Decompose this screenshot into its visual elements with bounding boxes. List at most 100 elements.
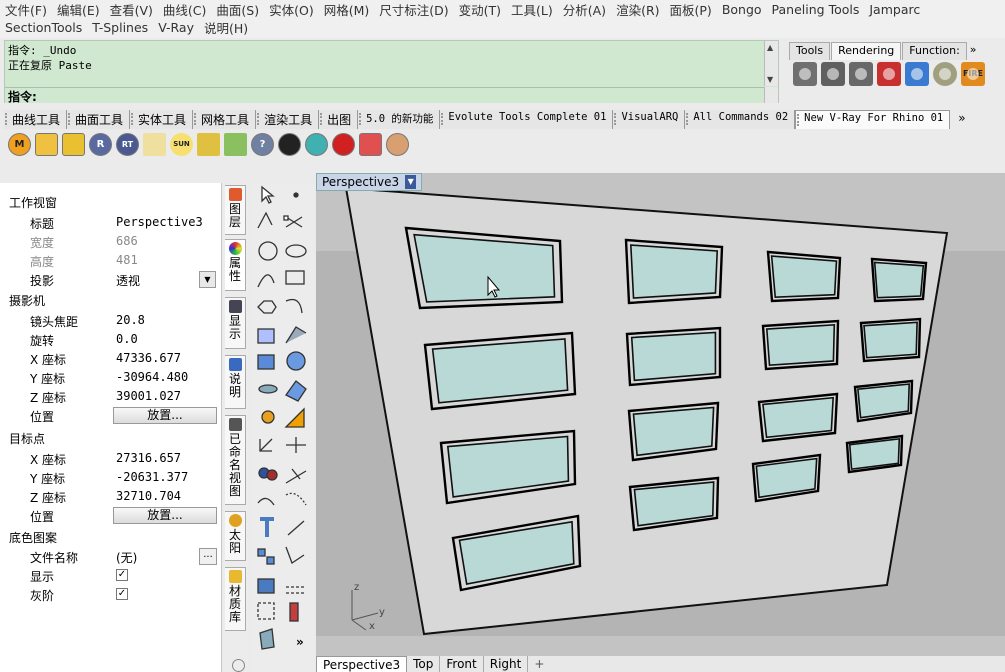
scroll-down-icon[interactable]: ▼: [767, 75, 773, 84]
menu-item-0[interactable]: 文件(F): [0, 0, 52, 19]
menu-item-1[interactable]: T-Splines: [87, 20, 153, 35]
vray-grid-icon[interactable]: [143, 132, 166, 156]
target-x-value[interactable]: 27316.657: [116, 451, 181, 465]
control-point-icon[interactable]: [283, 215, 289, 221]
explode-icon[interactable]: [266, 469, 278, 481]
grip-handle[interactable]: [5, 113, 8, 125]
rotation-value[interactable]: 0.0: [116, 332, 138, 346]
help-icon[interactable]: ?: [251, 132, 274, 156]
camera-place-button[interactable]: 放置...: [113, 407, 217, 424]
analyze-icon[interactable]: [259, 628, 275, 650]
red-sphere-icon[interactable]: [332, 132, 355, 156]
camera-y-value[interactable]: -30964.480: [116, 370, 188, 384]
mesh-icon[interactable]: [285, 380, 307, 402]
projection-value[interactable]: 透视: [116, 272, 140, 289]
toolbar-tab-3[interactable]: 网格工具: [193, 110, 257, 129]
more-toolbars-icon[interactable]: »: [950, 110, 971, 129]
select-arrow-icon[interactable]: [261, 185, 275, 204]
array-icon[interactable]: [257, 548, 266, 557]
tab-material-library[interactable]: 材质库: [225, 567, 246, 631]
vray-options-icon[interactable]: [35, 132, 58, 156]
tab-help[interactable]: 说明: [225, 355, 246, 409]
loft-icon[interactable]: [285, 326, 307, 344]
add-viewport-icon[interactable]: +: [528, 656, 551, 672]
camera-x-value[interactable]: 47336.677: [116, 351, 181, 365]
menu-item-11[interactable]: 渲染(R): [611, 0, 664, 19]
tab-sun[interactable]: 太阳: [225, 511, 246, 561]
vray-plane-icon[interactable]: [197, 132, 220, 156]
viewport-menu-icon[interactable]: ▼: [405, 175, 417, 189]
camera-z-value[interactable]: 39001.027: [116, 389, 181, 403]
tab-properties[interactable]: 属性: [225, 239, 246, 291]
array-copy-icon[interactable]: [266, 556, 275, 565]
toolbar-tab-6[interactable]: 5.0 的新功能: [358, 110, 441, 129]
multi-sphere-icon[interactable]: [359, 132, 382, 156]
curve-icon[interactable]: [285, 298, 303, 314]
offset-icon[interactable]: [285, 468, 307, 484]
projection-dropdown-icon[interactable]: ▼: [199, 271, 216, 288]
vray-material-icon[interactable]: M: [8, 132, 31, 156]
split-icon[interactable]: [286, 437, 306, 453]
tab-front[interactable]: Front: [440, 656, 484, 672]
box-icon[interactable]: [257, 354, 275, 370]
cylinder-icon[interactable]: [258, 384, 278, 394]
grip-handle[interactable]: [257, 113, 260, 125]
grip-handle[interactable]: [797, 114, 800, 126]
group-icon[interactable]: [289, 602, 299, 622]
tab-perspective3[interactable]: Perspective3: [316, 656, 408, 672]
menu-item-3[interactable]: 说明(H): [199, 18, 253, 37]
settings-gear-icon[interactable]: [232, 659, 245, 672]
menu-item-8[interactable]: 变动(T): [454, 0, 506, 19]
title-value[interactable]: Perspective3: [116, 215, 203, 229]
grid-icon[interactable]: [257, 602, 275, 620]
menu-item-5[interactable]: 实体(O): [264, 0, 319, 19]
target-place-button[interactable]: 放置...: [113, 507, 217, 524]
more-tabs-icon[interactable]: »: [968, 42, 979, 60]
sun-icon[interactable]: SUN: [170, 132, 193, 156]
menu-item-3[interactable]: 曲线(C): [158, 0, 211, 19]
toolbar-tab-4[interactable]: 渲染工具: [256, 110, 320, 129]
render-disc-icon[interactable]: [933, 62, 957, 86]
grip-handle[interactable]: [686, 113, 689, 125]
layout-icon[interactable]: [286, 586, 306, 594]
menu-item-9[interactable]: 工具(L): [506, 0, 558, 19]
render-settings-icon[interactable]: [905, 62, 929, 86]
toolbar-tab-8[interactable]: VisualARQ: [613, 110, 686, 129]
render-preview-icon[interactable]: [877, 62, 901, 86]
grayscale-checkbox[interactable]: ✓: [116, 588, 128, 600]
grip-handle[interactable]: [68, 113, 71, 125]
viewport-title-label[interactable]: Perspective3: [322, 175, 399, 189]
menu-item-13[interactable]: Bongo: [717, 2, 767, 17]
transform-icon[interactable]: [284, 407, 305, 428]
menu-item-0[interactable]: SectionTools: [0, 20, 87, 35]
tab-tools[interactable]: Tools: [789, 42, 831, 60]
tab-rendering[interactable]: Rendering: [831, 42, 902, 60]
menu-item-2[interactable]: V-Ray: [153, 20, 199, 35]
grip-handle[interactable]: [359, 113, 362, 125]
tab-named-views[interactable]: 已命名视图: [225, 415, 246, 505]
target-z-value[interactable]: 32710.704: [116, 489, 181, 503]
menu-item-10[interactable]: 分析(A): [558, 0, 611, 19]
menu-item-12[interactable]: 面板(P): [665, 0, 717, 19]
viewport-scene[interactable]: z y x: [316, 173, 1005, 656]
toolbar-tab-1[interactable]: 曲面工具: [67, 110, 131, 129]
point-icon[interactable]: [293, 192, 299, 198]
target-y-value[interactable]: -20631.377: [116, 470, 188, 484]
black-sphere-icon[interactable]: [278, 132, 301, 156]
tab-top[interactable]: Top: [407, 656, 441, 672]
grip-handle[interactable]: [131, 113, 134, 125]
mirror-icon[interactable]: [285, 546, 305, 564]
scroll-up-icon[interactable]: ▲: [767, 43, 773, 52]
polygon-icon[interactable]: [257, 300, 277, 314]
blend-icon[interactable]: [285, 492, 307, 506]
toolbar-tab-2[interactable]: 实体工具: [130, 110, 194, 129]
menu-item-2[interactable]: 查看(V): [105, 0, 158, 19]
rectangle-icon[interactable]: [285, 270, 305, 285]
grip-handle[interactable]: [614, 113, 617, 125]
sphere-icon[interactable]: [286, 351, 306, 371]
menu-item-15[interactable]: Jamparc: [864, 2, 925, 17]
command-scrollbar[interactable]: ▲ ▼: [764, 41, 778, 86]
gear-tool-icon[interactable]: [261, 410, 275, 424]
tab-right[interactable]: Right: [483, 656, 529, 672]
command-prompt-input[interactable]: 指令:: [5, 87, 766, 104]
